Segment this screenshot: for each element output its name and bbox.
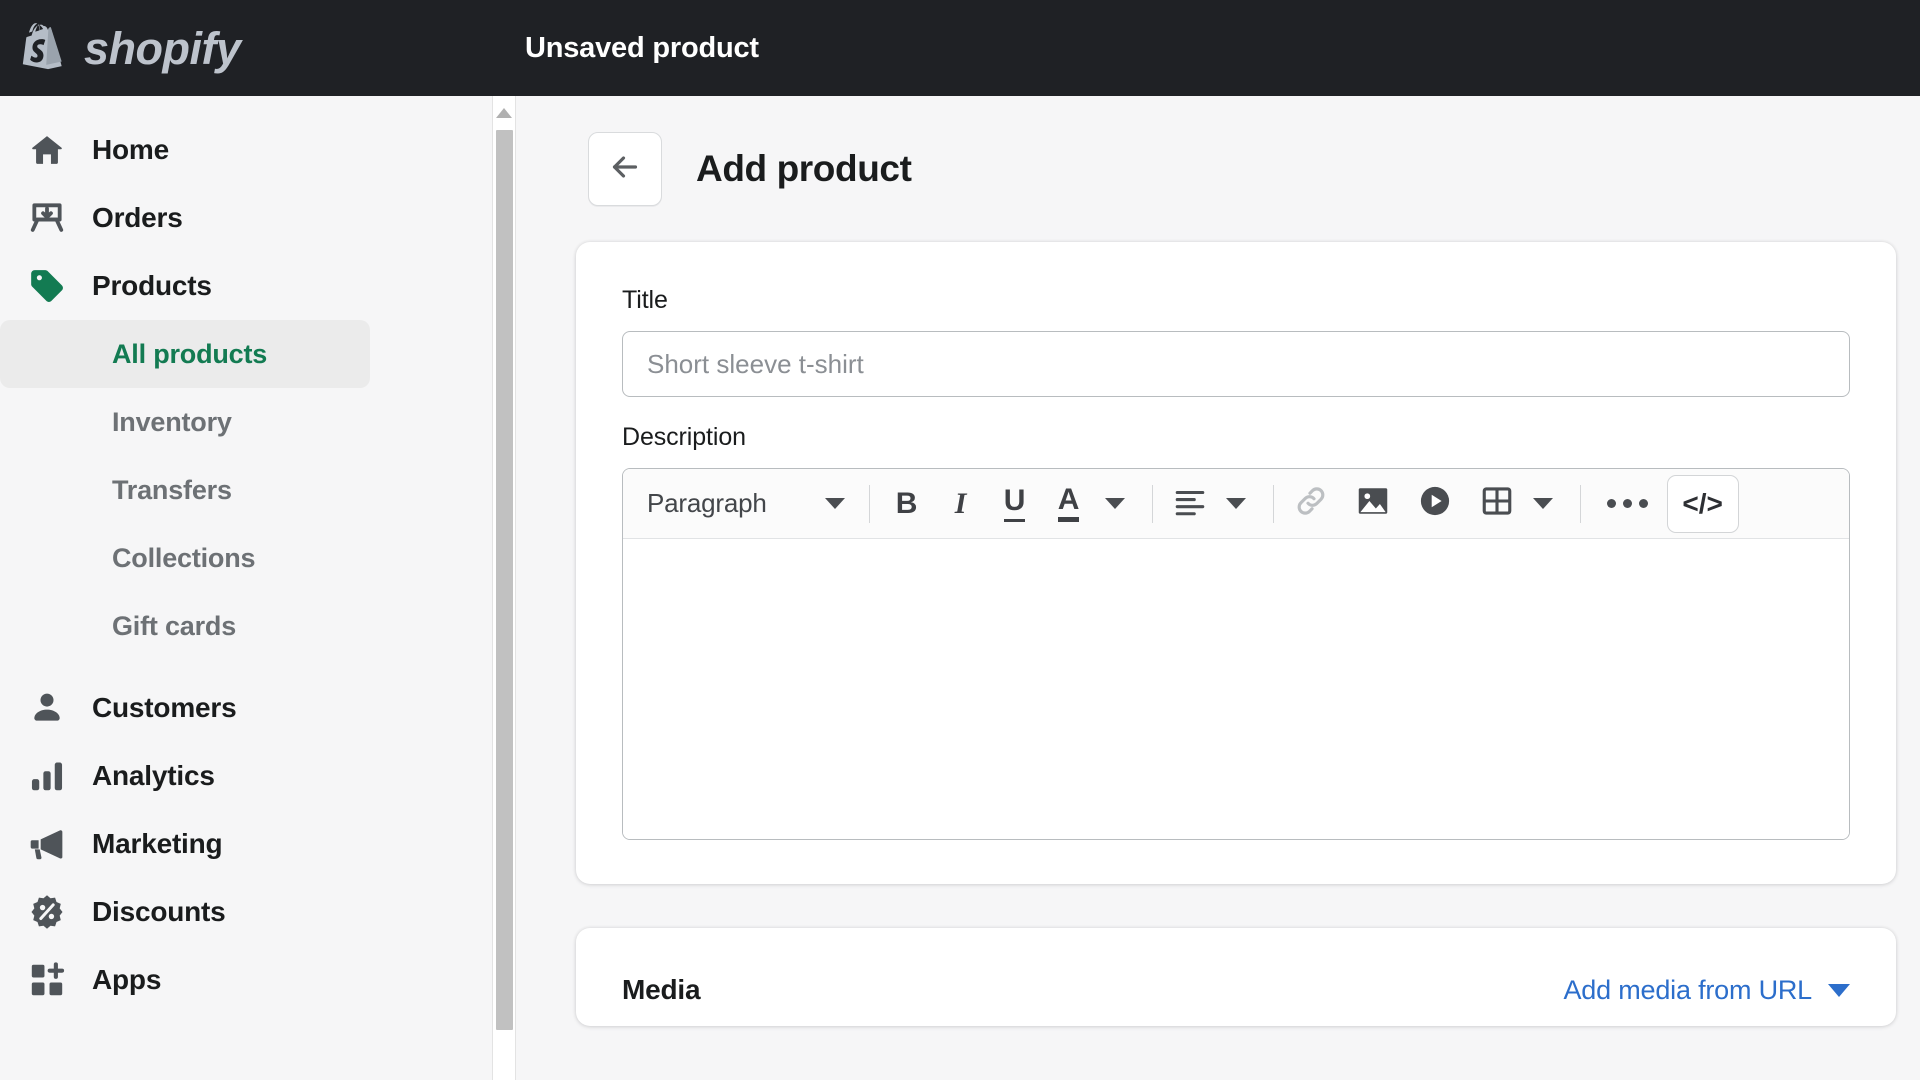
toolbar-divider: [1151, 484, 1153, 523]
add-media-from-url-label: Add media from URL: [1563, 974, 1813, 1005]
analytics-bars-icon: [26, 755, 68, 797]
sidebar-item-label: Discounts: [92, 896, 226, 927]
sidebar-item-products[interactable]: Products: [0, 252, 490, 320]
sidebar-item-label: Marketing: [92, 828, 223, 859]
chevron-down-icon: [1532, 498, 1553, 509]
sidebar-subitem-label: Transfers: [112, 474, 232, 505]
sidebar-item-collections[interactable]: Collections: [0, 524, 370, 592]
link-icon: [1293, 483, 1329, 524]
home-icon: [26, 129, 68, 171]
description-editor: Paragraph B I U A </>: [622, 468, 1850, 840]
sidebar-subitem-label: Gift cards: [112, 610, 237, 641]
page-title: Add product: [696, 148, 912, 189]
more-button[interactable]: [1595, 477, 1661, 531]
sidebar-item-label: Products: [92, 270, 212, 301]
sidebar-item-customers[interactable]: Customers: [0, 674, 490, 742]
image-button[interactable]: [1350, 477, 1396, 531]
shopify-bag-icon: [22, 23, 62, 70]
media-card-header: Media Add media from URL: [622, 974, 1850, 1006]
toolbar-divider: [868, 484, 870, 523]
sidebar-subitem-label: Inventory: [112, 406, 232, 437]
bold-glyph: B: [895, 486, 918, 520]
discount-percent-badge-icon: [26, 891, 68, 933]
text-color-glyph: A: [1057, 485, 1080, 522]
shopify-brand[interactable]: shopify: [0, 21, 525, 75]
media-title: Media: [622, 974, 701, 1005]
link-button[interactable]: [1288, 477, 1334, 531]
chevron-down-icon: [824, 498, 845, 509]
sidebar-subitem-label: Collections: [112, 542, 256, 573]
chevron-down-icon: [1225, 498, 1246, 509]
code-button[interactable]: </>: [1666, 474, 1739, 533]
description-field-label: Description: [622, 423, 746, 451]
apps-grid-plus-icon: [26, 959, 68, 1001]
table-dropdown[interactable]: [1520, 477, 1566, 531]
sidebar-item-discounts[interactable]: Discounts: [0, 878, 490, 946]
video-button[interactable]: [1412, 477, 1458, 531]
scroll-up-arrow-icon[interactable]: [493, 100, 515, 126]
editor-toolbar: Paragraph B I U A </>: [623, 469, 1849, 539]
sidebar-item-orders[interactable]: Orders: [0, 184, 490, 252]
page-header: Add product: [518, 96, 1920, 206]
align-dropdown[interactable]: [1213, 477, 1259, 531]
sidebar-item-marketing[interactable]: Marketing: [0, 810, 490, 878]
align-left-icon: [1173, 484, 1207, 523]
sidebar-item-transfers[interactable]: Transfers: [0, 456, 370, 524]
italic-button[interactable]: I: [938, 477, 984, 531]
underline-glyph: U: [1003, 485, 1026, 522]
bold-button[interactable]: B: [884, 477, 930, 531]
sidebar-item-inventory[interactable]: Inventory: [0, 388, 370, 456]
sidebar-item-home[interactable]: Home: [0, 116, 490, 184]
sidebar-item-label: Orders: [92, 202, 183, 233]
top-bar: shopify Unsaved product: [0, 0, 1920, 96]
sidebar-subitem-label: All products: [112, 338, 268, 369]
toolbar-divider: [1579, 484, 1581, 523]
description-textarea[interactable]: [623, 539, 1849, 839]
sidebar-item-analytics[interactable]: Analytics: [0, 742, 490, 810]
arrow-left-icon: [607, 149, 643, 190]
media-card: Media Add media from URL: [576, 928, 1896, 1026]
toolbar-divider: [1272, 484, 1274, 523]
back-button[interactable]: [588, 132, 662, 206]
customer-person-icon: [26, 687, 68, 729]
text-color-button[interactable]: A: [1046, 477, 1092, 531]
scrollbar-thumb[interactable]: [496, 130, 513, 1030]
product-details-card: Title Description Paragraph B I: [576, 242, 1896, 884]
title-field-label: Title: [622, 286, 668, 314]
ellipsis-icon: [1607, 499, 1649, 508]
chevron-down-icon: [1104, 498, 1125, 509]
sidebar-scrollbar[interactable]: [492, 96, 516, 1080]
video-play-icon: [1417, 483, 1453, 524]
product-title-input[interactable]: [622, 331, 1850, 397]
brand-wordmark: shopify: [84, 22, 241, 74]
table-button[interactable]: [1474, 477, 1520, 531]
sidebar-item-label: Apps: [92, 964, 162, 995]
paragraph-style-select[interactable]: Paragraph: [641, 477, 855, 531]
chevron-down-icon: [1828, 983, 1850, 997]
main-content: Add product Title Description Paragraph …: [518, 96, 1920, 1080]
sidebar-item-label: Analytics: [92, 760, 215, 791]
table-icon: [1480, 484, 1514, 523]
italic-glyph: I: [954, 486, 967, 520]
align-button[interactable]: [1167, 477, 1213, 531]
underline-button[interactable]: U: [992, 477, 1038, 531]
sidebar-nav: Home Orders Products All products Invent…: [0, 96, 490, 1080]
paragraph-style-label: Paragraph: [647, 488, 767, 518]
product-tag-icon: [26, 265, 68, 307]
sidebar-item-label: Customers: [92, 692, 237, 723]
sidebar-item-apps[interactable]: Apps: [0, 946, 490, 1014]
add-media-from-url-button[interactable]: Add media from URL: [1563, 974, 1850, 1006]
image-icon: [1355, 483, 1391, 524]
sidebar-item-all-products[interactable]: All products: [0, 320, 370, 388]
sidebar-item-gift-cards[interactable]: Gift cards: [0, 592, 370, 660]
text-color-dropdown[interactable]: [1092, 477, 1138, 531]
unsaved-product-title: Unsaved product: [525, 31, 759, 64]
sidebar-item-label: Home: [92, 134, 169, 165]
marketing-megaphone-icon: [26, 823, 68, 865]
orders-inbox-icon: [26, 197, 68, 239]
